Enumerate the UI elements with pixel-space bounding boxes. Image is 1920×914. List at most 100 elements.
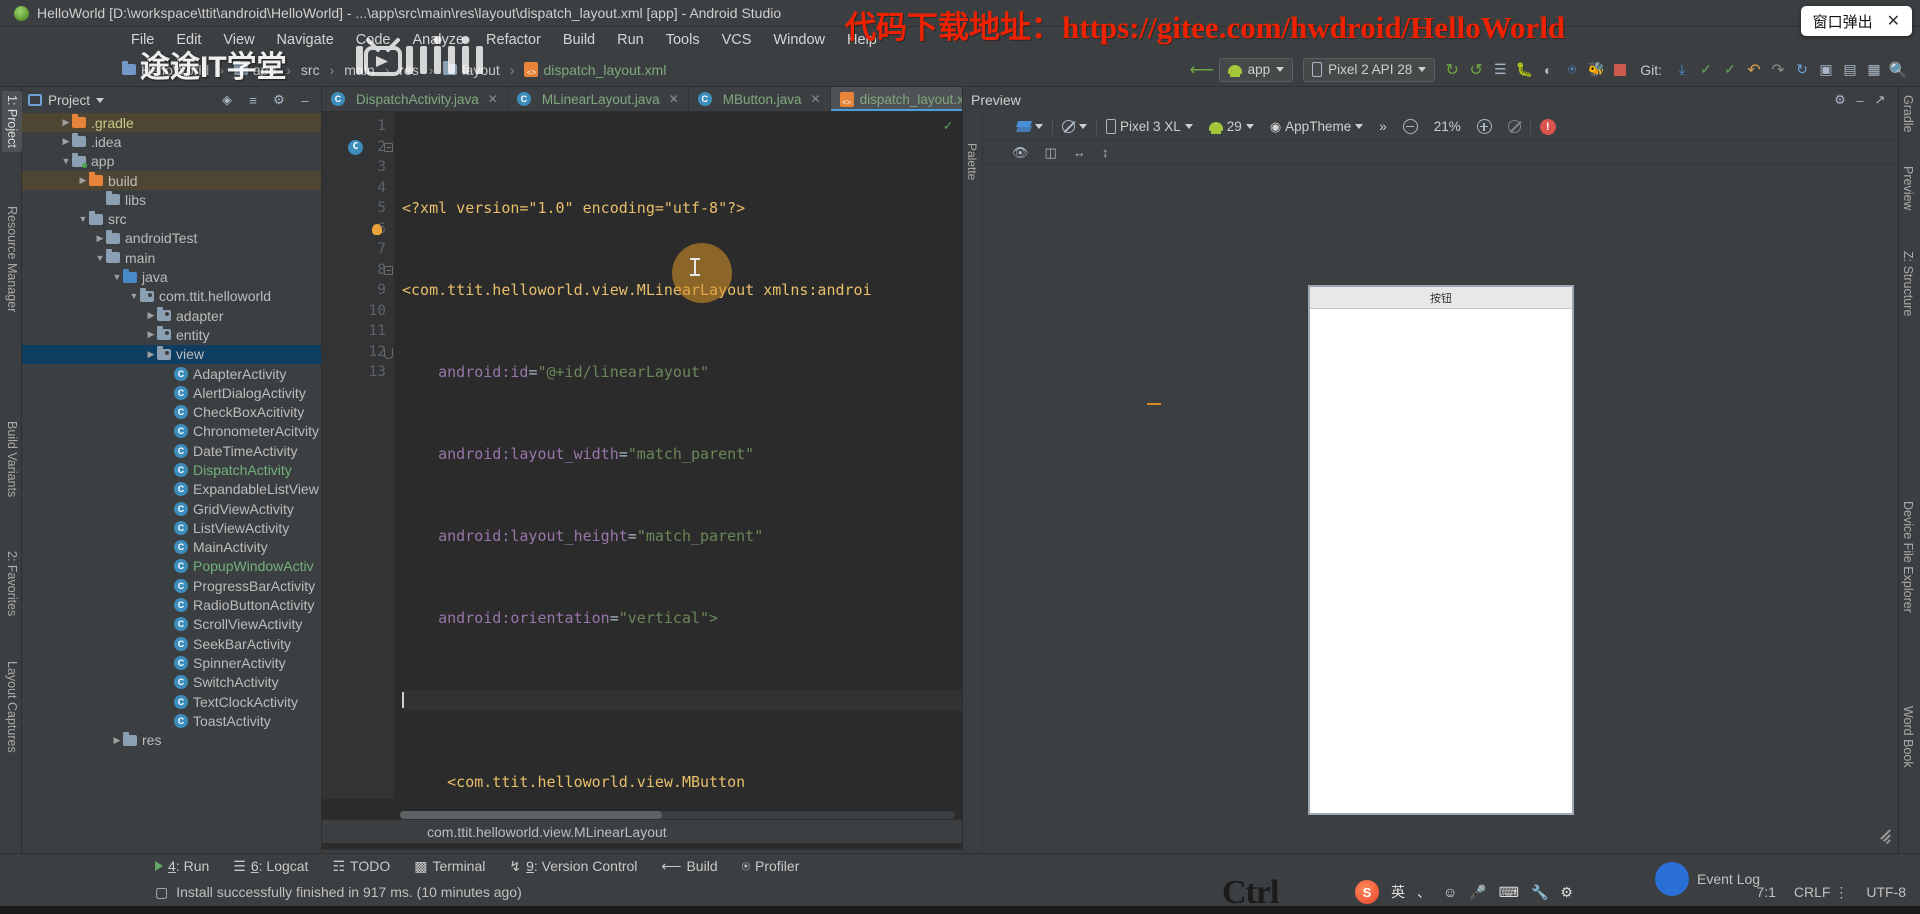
tree-node-gridviewactivity[interactable]: C GridViewActivity	[22, 499, 321, 518]
hide-icon[interactable]: –	[295, 90, 315, 110]
tree-node-scrollviewactivity[interactable]: C ScrollViewActivity	[22, 615, 321, 634]
chevron-right-icon[interactable]: ▶	[94, 233, 106, 244]
sidebar-item-project[interactable]: 1: Project	[2, 91, 22, 152]
chevron-right-icon[interactable]: ▶	[60, 117, 72, 128]
horizontal-arrow-icon[interactable]: ↔	[1073, 145, 1086, 160]
tree-node-progressbaractivity[interactable]: C ProgressBarActivity	[22, 576, 321, 595]
bottom-item-build[interactable]: ⟵ Build	[661, 858, 717, 875]
chevron-right-icon[interactable]: ▶	[145, 349, 157, 360]
project-tree[interactable]: ▶ .gradle ▶ .idea ▼ app ▶ build libs ▼ src ▶ android…	[22, 113, 321, 877]
sidebar-item-build-variants[interactable]: Build Variants	[2, 417, 22, 501]
inspection-ok-icon[interactable]: ✓	[944, 116, 952, 137]
tree-node-androidtest[interactable]: ▶ androidTest	[22, 229, 321, 248]
chevron-down-icon[interactable]: ▼	[128, 291, 140, 301]
tree-node-checkboxacitivity[interactable]: C CheckBoxAcitivity	[22, 402, 321, 421]
git-commit-icon[interactable]: ✓	[1694, 58, 1718, 82]
resize-handle[interactable]	[1876, 827, 1891, 844]
close-icon[interactable]: ✕	[811, 92, 821, 106]
sync-gradle-icon[interactable]: ↻	[1790, 58, 1814, 82]
tree-node-src[interactable]: ▼ src	[22, 209, 321, 228]
view-mode-selector[interactable]	[1010, 121, 1050, 133]
git-push-icon[interactable]: ✓	[1718, 58, 1742, 82]
tab-mbutton-java[interactable]: C MButton.java ✕	[689, 87, 831, 111]
popup-annotation[interactable]: 窗口弹出 ✕	[1800, 6, 1912, 36]
settings-gear-icon[interactable]: ⚙	[269, 90, 289, 110]
run-icon[interactable]: ↻	[1440, 58, 1464, 82]
chevron-right-icon[interactable]: ▶	[111, 735, 123, 746]
sidebar-item-resource-manager[interactable]: Resource Manager	[2, 202, 22, 316]
coverage-icon[interactable]: ◐	[1536, 58, 1560, 82]
bottom-item-profiler[interactable]: ⍟ Profiler	[742, 858, 800, 875]
ime-settings-icon[interactable]: ⚙	[1560, 884, 1573, 901]
menu-item-build[interactable]: Build	[552, 32, 606, 48]
tree-node-com-ttit-helloworld[interactable]: ▼ com.ttit.helloworld	[22, 287, 321, 306]
tree-node--gradle[interactable]: ▶ .gradle	[22, 113, 321, 133]
close-icon[interactable]: ✕	[488, 92, 498, 106]
code-editor[interactable]: 1 C − 2 3 4 5 6 7 − 8 9 10	[322, 112, 962, 799]
toolbar-overflow-button[interactable]: »	[1372, 119, 1394, 134]
hide-icon[interactable]: ↗	[1870, 90, 1890, 110]
orientation-selector[interactable]	[1055, 120, 1094, 133]
profiler-icon[interactable]: ⍟	[1560, 58, 1584, 82]
sidebar-item-structure[interactable]: Z: Structure	[1898, 247, 1918, 320]
chevron-down-icon[interactable]: ▼	[77, 214, 89, 224]
fold-end-icon[interactable]	[384, 347, 393, 359]
chevron-down-icon[interactable]: ▼	[111, 272, 123, 282]
attach-debugger-icon[interactable]: 🐝	[1584, 58, 1608, 82]
breadcrumb-file[interactable]: dispatch_layout.xml	[543, 62, 666, 78]
api-level-selector[interactable]: 29	[1202, 119, 1261, 134]
intention-bulb-icon[interactable]	[372, 223, 382, 235]
back-arrow-icon[interactable]: ⟵	[1189, 58, 1213, 82]
menu-item-window[interactable]: Window	[762, 32, 836, 48]
ime-keyboard-icon[interactable]: ⌨	[1499, 884, 1519, 901]
layout-inspector-icon[interactable]: ▦	[1862, 58, 1886, 82]
breadcrumb-src[interactable]: src	[301, 62, 320, 78]
tree-node-dispatchactivity[interactable]: C DispatchActivity	[22, 460, 321, 479]
apply-changes-icon[interactable]: ☰	[1488, 58, 1512, 82]
menu-item-tools[interactable]: Tools	[655, 32, 711, 48]
close-icon[interactable]: ✕	[1887, 11, 1900, 31]
search-icon[interactable]: 🔍	[1886, 58, 1910, 82]
bottom-item-run[interactable]: 4: Run	[155, 858, 209, 874]
chevron-right-icon[interactable]: ▶	[145, 329, 157, 340]
tree-node-mainactivity[interactable]: C MainActivity	[22, 538, 321, 557]
minimize-icon[interactable]: –	[1850, 90, 1870, 110]
tree-node-spinneractivity[interactable]: C SpinnerActivity	[22, 653, 321, 672]
settings-gear-icon[interactable]: ⚙	[1830, 90, 1850, 110]
chevron-right-icon[interactable]: ▶	[60, 136, 72, 147]
tree-node-alertdialogactivity[interactable]: C AlertDialogActivity	[22, 383, 321, 402]
git-update-icon[interactable]: ⤓	[1670, 58, 1694, 82]
fold-marker-icon[interactable]: −	[384, 142, 393, 152]
sidebar-item-word-book[interactable]: Word Book	[1898, 702, 1918, 772]
tab-mlinearlayout-java[interactable]: C MLinearLayout.java ✕	[508, 87, 689, 111]
sidebar-item-preview[interactable]: Preview	[1898, 162, 1918, 214]
redo-icon[interactable]: ↷	[1766, 58, 1790, 82]
bottom-item-logcat[interactable]: ☰ 6: Logcat	[233, 858, 308, 875]
tree-node--idea[interactable]: ▶ .idea	[22, 132, 321, 151]
error-badge-button[interactable]: !	[1533, 118, 1563, 135]
encoding[interactable]: UTF-8	[1866, 884, 1906, 900]
sidebar-item-layout-captures[interactable]: Layout Captures	[2, 657, 22, 757]
theme-selector[interactable]: ◉ AppTheme	[1263, 119, 1370, 135]
tree-node-datetimeactivity[interactable]: C DateTimeActivity	[22, 441, 321, 460]
zoom-out-button[interactable]	[1396, 119, 1425, 134]
tree-node-seekbaractivity[interactable]: C SeekBarActivity	[22, 634, 321, 653]
tree-node-toastactivity[interactable]: C ToastActivity	[22, 711, 321, 730]
tree-node-res[interactable]: ▶ res	[22, 731, 321, 750]
line-separator[interactable]: CRLF ⋮	[1794, 884, 1848, 901]
ime-symbol-icon[interactable]: ☺	[1443, 884, 1457, 900]
sort-icon[interactable]: ≡	[243, 90, 263, 110]
chevron-down-icon[interactable]: ▼	[60, 156, 72, 166]
chevron-right-icon[interactable]: ▶	[145, 310, 157, 321]
tree-node-adapter[interactable]: ▶ adapter	[22, 306, 321, 325]
event-log-link[interactable]: Event Log	[1697, 871, 1760, 887]
chevron-down-icon[interactable]	[96, 97, 105, 103]
tree-node-listviewactivity[interactable]: C ListViewActivity	[22, 518, 321, 537]
zoom-in-button[interactable]	[1470, 119, 1499, 134]
tab-dispatchactivity-java[interactable]: C DispatchActivity.java ✕	[322, 87, 508, 111]
editor-horizontal-scrollbar[interactable]	[400, 811, 955, 819]
class-marker-icon[interactable]: C	[348, 139, 363, 155]
bottom-item-todo[interactable]: ☶ TODO	[332, 858, 390, 875]
ime-toolbox-icon[interactable]: 🔧	[1531, 884, 1548, 901]
chevron-down-icon[interactable]: ▼	[94, 253, 106, 263]
